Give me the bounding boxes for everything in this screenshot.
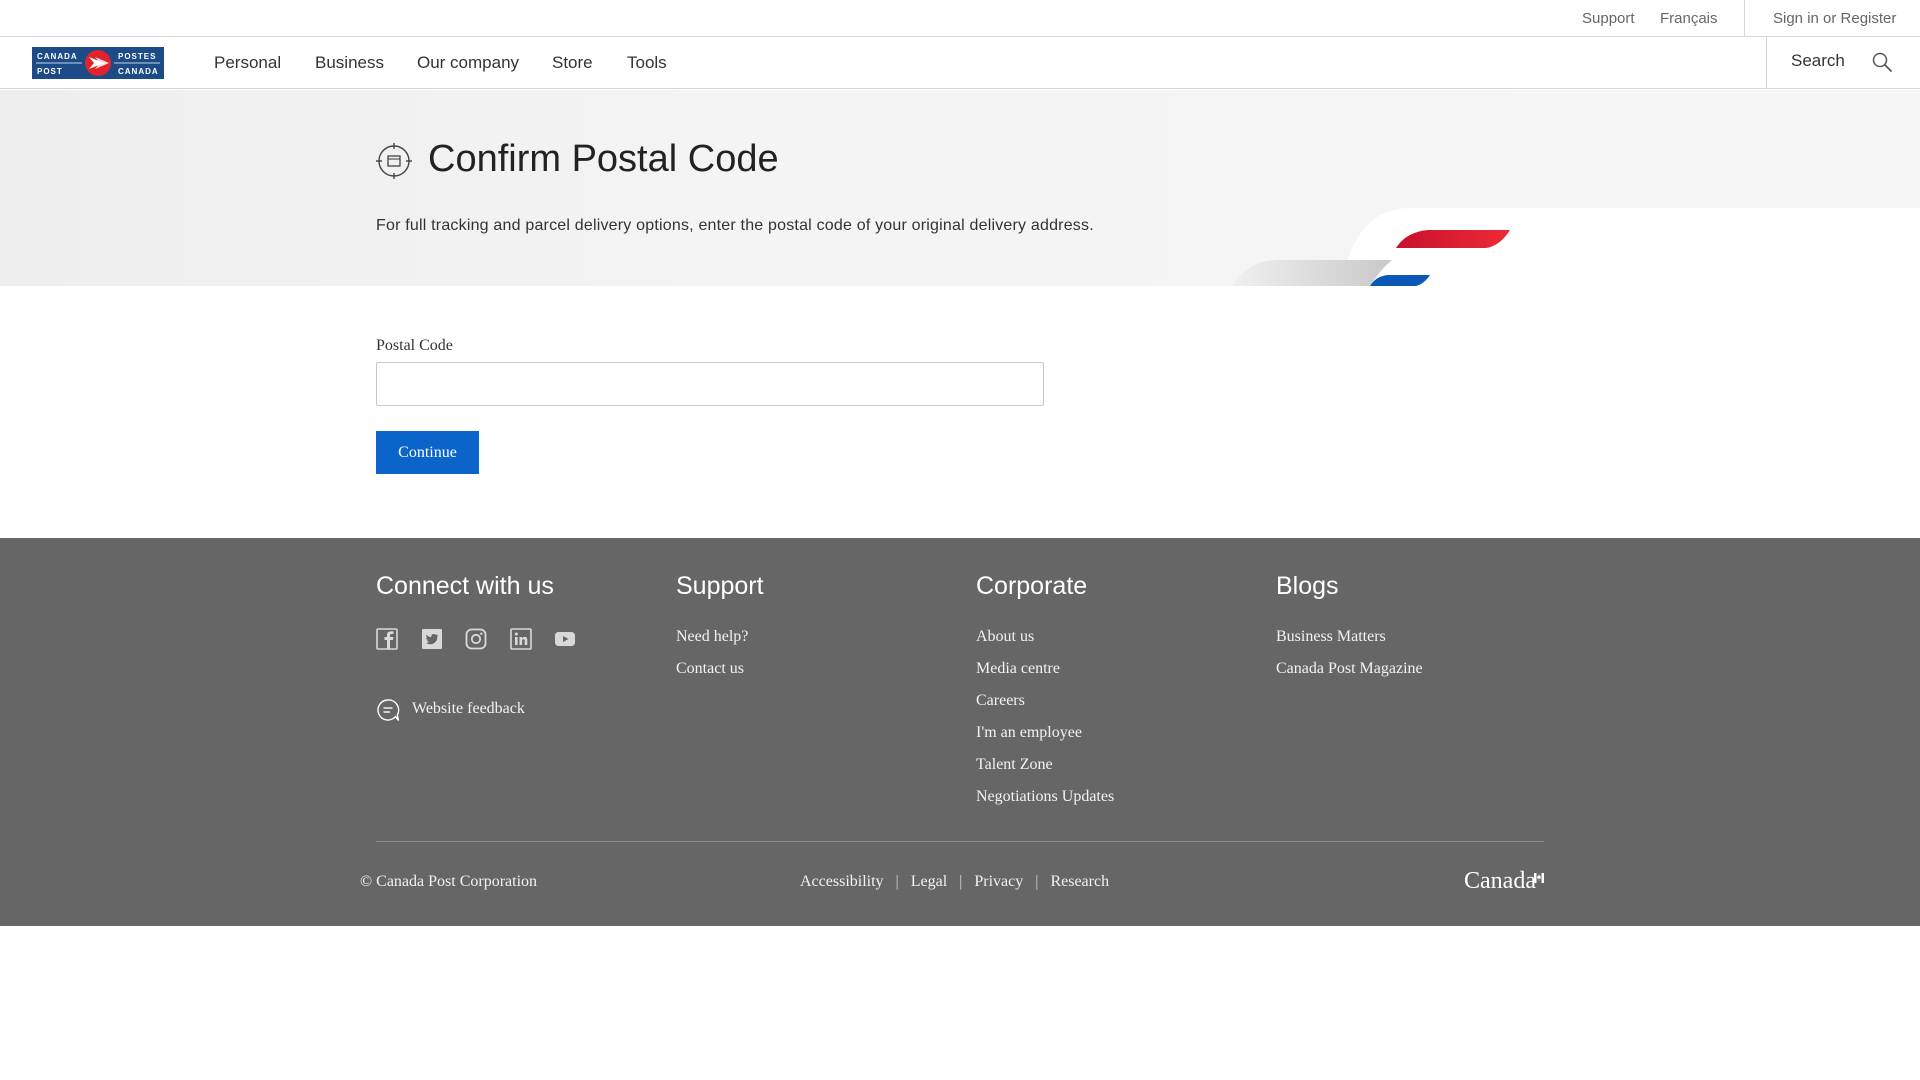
hero-banner: Confirm Postal Code For full tracking an… <box>0 90 1920 286</box>
logo-text-3: POST <box>37 67 63 76</box>
footer-heading-connect: Connect with us <box>376 572 554 600</box>
support-link[interactable]: Support <box>1582 10 1635 27</box>
legal-separator: | <box>1035 873 1039 890</box>
footer-heading-blogs: Blogs <box>1276 572 1339 600</box>
utility-bar: Support Français Sign in or Register <box>0 0 1920 37</box>
contact-us-link[interactable]: Contact us <box>676 660 744 678</box>
youtube-icon[interactable] <box>554 628 576 650</box>
footer-divider <box>376 841 1544 842</box>
feedback-icon <box>377 699 400 721</box>
legal-separator: | <box>895 873 899 890</box>
facebook-icon[interactable] <box>376 628 398 650</box>
logo-text-4: CANADA <box>118 67 159 76</box>
logo-text-1: CANADA <box>37 52 78 61</box>
employee-link[interactable]: I'm an employee <box>976 724 1082 742</box>
negotiations-updates-link[interactable]: Negotiations Updates <box>976 788 1114 806</box>
utility-divider <box>1744 0 1745 36</box>
nav-item-personal[interactable]: Personal <box>214 53 281 73</box>
need-help-link[interactable]: Need help? <box>676 628 748 646</box>
nav-item-tools[interactable]: Tools <box>627 53 667 73</box>
accessibility-link[interactable]: Accessibility <box>800 873 884 891</box>
canada-post-magazine-link[interactable]: Canada Post Magazine <box>1276 660 1423 678</box>
footer-heading-corporate: Corporate <box>976 572 1088 600</box>
main-nav: CANADA POSTES POST CANADA Personal Busin… <box>0 37 1920 89</box>
nav-item-store[interactable]: Store <box>552 53 593 73</box>
legal-separator: | <box>959 873 963 890</box>
legal-links: Accessibility | Legal | Privacy | Resear… <box>800 873 1109 891</box>
nav-item-business[interactable]: Business <box>315 53 384 73</box>
copyright: © Canada Post Corporation <box>360 873 538 890</box>
careers-link[interactable]: Careers <box>976 692 1025 710</box>
about-us-link[interactable]: About us <box>976 628 1034 646</box>
twitter-icon[interactable] <box>421 628 443 650</box>
talent-zone-link[interactable]: Talent Zone <box>976 756 1053 774</box>
linkedin-icon[interactable] <box>510 628 532 650</box>
brand-swoosh-graphic <box>1232 230 1510 286</box>
nav-item-our-company[interactable]: Our company <box>417 53 519 73</box>
postal-code-input[interactable] <box>376 362 1044 406</box>
page-description: For full tracking and parcel delivery op… <box>376 217 1094 234</box>
website-feedback-link[interactable]: Website feedback <box>412 700 525 718</box>
search-label: Search <box>1791 51 1845 70</box>
business-matters-link[interactable]: Business Matters <box>1276 628 1386 646</box>
target-parcel-icon <box>376 143 412 179</box>
canada-flag-icon <box>1534 873 1544 883</box>
page-title: Confirm Postal Code <box>428 138 779 180</box>
search-button[interactable]: Search <box>1766 37 1920 89</box>
sign-in-link[interactable]: Sign in or Register <box>1773 10 1896 27</box>
footer-heading-support: Support <box>676 572 764 600</box>
legal-link[interactable]: Legal <box>911 873 947 891</box>
instagram-icon[interactable] <box>465 628 487 650</box>
research-link[interactable]: Research <box>1050 873 1109 891</box>
postal-code-label: Postal Code <box>376 337 453 354</box>
media-centre-link[interactable]: Media centre <box>976 660 1060 678</box>
language-toggle[interactable]: Français <box>1660 10 1718 27</box>
privacy-link[interactable]: Privacy <box>974 873 1023 891</box>
canada-wordmark: Canada <box>1464 868 1536 894</box>
search-icon <box>1872 52 1892 72</box>
continue-button[interactable]: Continue <box>376 431 479 474</box>
footer: Connect with us Website feedback Support… <box>0 538 1920 926</box>
canada-post-logo[interactable]: CANADA POSTES POST CANADA <box>32 47 164 79</box>
logo-text-2: POSTES <box>118 52 156 61</box>
